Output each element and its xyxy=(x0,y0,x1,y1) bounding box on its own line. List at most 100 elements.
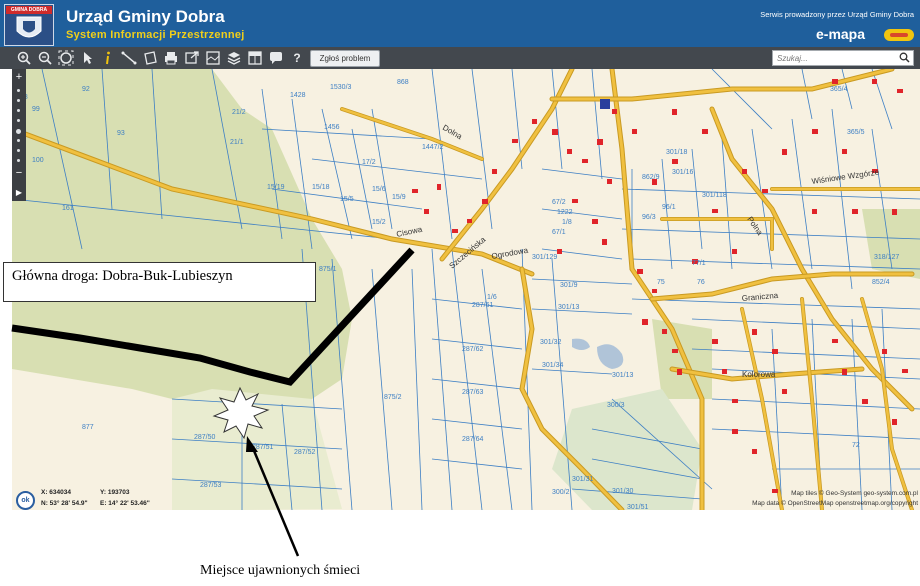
parcel-label: 868 xyxy=(397,79,409,86)
parcel-label: 301/32 xyxy=(540,339,562,346)
search-input[interactable] xyxy=(773,51,899,65)
parcel-label: 161 xyxy=(62,205,74,212)
map-toolbar: ? Zgłoś problem xyxy=(0,47,920,69)
expand-panel-icon[interactable]: ▶ xyxy=(12,186,26,200)
search-box xyxy=(772,50,914,66)
layers-icon[interactable] xyxy=(226,50,242,66)
parcel-label: 287/50 xyxy=(194,434,216,441)
coord-n: N: 53° 28' 54.9" xyxy=(41,500,88,507)
zoom-level-dot[interactable] xyxy=(17,89,20,92)
coord-y: Y: 193703 xyxy=(100,489,130,496)
site-subtitle: System Informacji Przestrzennej xyxy=(66,29,245,41)
zoom-in-icon[interactable] xyxy=(16,50,32,66)
parcel-label: 75 xyxy=(657,279,665,286)
app-header: GMINA DOBRA Urząd Gminy Dobra System Inf… xyxy=(0,0,920,47)
coord-e: E: 14° 22' 53.46" xyxy=(100,500,150,507)
parcel-label: 287/64 xyxy=(462,436,484,443)
parcel-label: 301/16 xyxy=(672,169,694,176)
parcel-label: 300/2 xyxy=(552,489,570,496)
zoom-level-dot[interactable] xyxy=(17,109,20,112)
comment-icon[interactable] xyxy=(268,50,284,66)
parcel-label: 365/5 xyxy=(847,129,865,136)
parcel-label: 21/1 xyxy=(230,139,244,146)
main-road-callout: Główna droga: Dobra-Buk-Lubieszyn xyxy=(3,262,316,302)
parcel-label: 1456 xyxy=(324,124,340,131)
zoom-bar-minus-icon[interactable]: − xyxy=(12,167,26,179)
parcel-label: 1428 xyxy=(290,92,306,99)
zoom-level-dot[interactable] xyxy=(17,139,20,142)
street-label-kolorowa: Kolorowa xyxy=(742,370,776,379)
parcel-label: 1/6 xyxy=(487,294,497,301)
parcel-label: 862/9 xyxy=(642,174,660,181)
attribution-tiles[interactable]: Map tiles © Geo-System geo-system.com.pl xyxy=(791,490,918,497)
attribution-data[interactable]: Map data © OpenStreetMap openstreetmap.o… xyxy=(752,500,918,507)
map-window-icon[interactable] xyxy=(205,50,221,66)
search-icon[interactable] xyxy=(899,52,910,67)
parcel-label: 318/127 xyxy=(874,254,899,261)
parcel-label: 67/1 xyxy=(552,229,566,236)
pointer-icon[interactable] xyxy=(79,50,95,66)
parcel-label: 287/52 xyxy=(294,449,316,456)
parcel-label: 287/51 xyxy=(252,444,274,451)
zoom-out-icon[interactable] xyxy=(37,50,53,66)
parcel-label: 15/5 xyxy=(340,196,354,203)
zoom-level-dot[interactable] xyxy=(17,99,20,102)
parcel-label: 301/13 xyxy=(558,304,580,311)
parcel-label: 287/62 xyxy=(462,346,484,353)
parcel-label: 72 xyxy=(852,442,860,449)
parcel-label: 301/31 xyxy=(572,476,594,483)
parcel-label: 300/3 xyxy=(607,402,625,409)
parcel-label: 67/2 xyxy=(552,199,566,206)
parcel-label: 92 xyxy=(82,86,90,93)
parcel-label: 301/129 xyxy=(532,254,557,261)
forest-area-east xyxy=(652,319,712,399)
zoom-extent-icon[interactable] xyxy=(58,50,74,66)
zoom-level-dot[interactable] xyxy=(17,159,20,162)
emapa-brand-text: e-mapa xyxy=(816,26,866,42)
parcel-label: 287/53 xyxy=(200,482,222,489)
parcel-label: 301/34 xyxy=(542,362,564,369)
parcel-label: 1222 xyxy=(557,209,573,216)
zoom-bar: + − xyxy=(12,69,26,201)
window-layout-icon[interactable] xyxy=(247,50,263,66)
parcel-label: 1530/3 xyxy=(330,84,352,91)
parcel-label: 875/2 xyxy=(384,394,402,401)
export-icon[interactable] xyxy=(184,50,200,66)
parcel-label: 15/19 xyxy=(267,184,285,191)
parcel-label: 77/1 xyxy=(692,260,706,267)
measure-length-icon[interactable] xyxy=(121,50,137,66)
print-icon[interactable] xyxy=(163,50,179,66)
zoom-bar-plus-icon[interactable]: + xyxy=(12,71,26,83)
parcel-label: 21/2 xyxy=(232,109,246,116)
parcel-label: 93 xyxy=(117,130,125,137)
ok-button[interactable]: ok xyxy=(16,491,35,510)
dump-site-label: Miejsce ujawnionych śmieci xyxy=(200,563,361,578)
parcel-label: 877 xyxy=(82,424,94,431)
zoom-level-current-dot[interactable] xyxy=(16,129,21,134)
parcel-label: 301/118 xyxy=(702,192,727,199)
parcel-label: 301/18 xyxy=(666,149,688,156)
map-marker-icon xyxy=(600,99,610,109)
parcel-label: 96/1 xyxy=(662,204,676,211)
parcel-label: 99 xyxy=(32,106,40,113)
parcel-label: 852/4 xyxy=(872,279,890,286)
zoom-level-dot[interactable] xyxy=(17,149,20,152)
parcel-label: 287/61 xyxy=(472,302,494,309)
parcel-label: 301/9 xyxy=(560,282,578,289)
info-icon[interactable] xyxy=(100,50,116,66)
parcel-label: 1447/2 xyxy=(422,144,444,151)
parcel-label: 301/30 xyxy=(612,488,634,495)
emapa-logo[interactable]: e-mapa xyxy=(814,26,914,44)
service-note: Serwis prowadzony przez Urząd Gminy Dobr… xyxy=(760,10,914,19)
parcel-label: 100 xyxy=(32,157,44,164)
site-title: Urząd Gminy Dobra xyxy=(66,7,225,26)
parcel-label: 365/4 xyxy=(830,86,848,93)
parcel-label: 875/1 xyxy=(319,266,337,273)
zoom-level-dot[interactable] xyxy=(17,119,20,122)
measure-area-icon[interactable] xyxy=(142,50,158,66)
report-problem-button[interactable]: Zgłoś problem xyxy=(310,50,380,67)
help-icon[interactable]: ? xyxy=(289,50,305,66)
parcel-label: 76 xyxy=(697,279,705,286)
emapa-badge-icon xyxy=(884,29,914,41)
gmina-crest-logo: GMINA DOBRA xyxy=(4,4,54,46)
